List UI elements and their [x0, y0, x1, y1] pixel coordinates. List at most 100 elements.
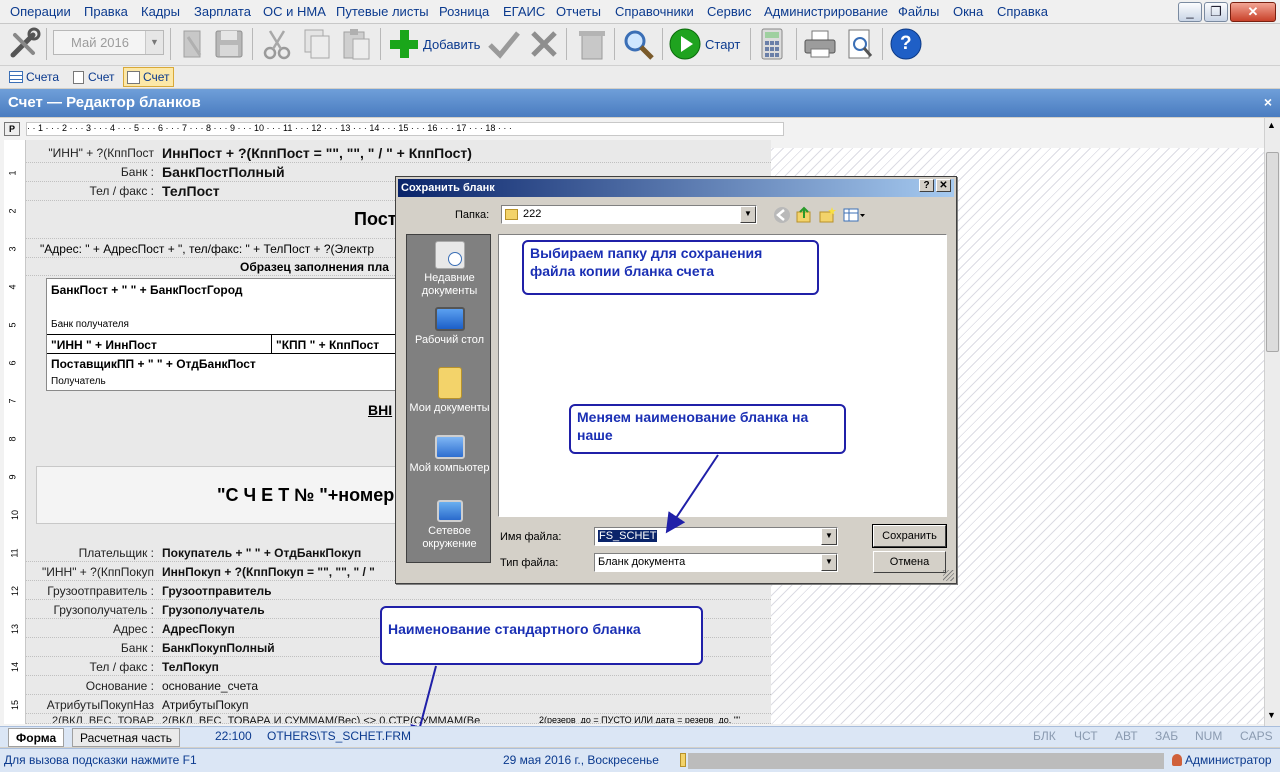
tab-accounts[interactable]: Счета: [6, 67, 62, 87]
ruler-mark: 6: [7, 360, 18, 366]
editor-bottom-bar: Форма Расчетная часть 22:100 OTHERS\TS_S…: [0, 726, 1280, 747]
add-label: Добавить: [423, 36, 481, 52]
recycle-bin-icon[interactable]: [575, 27, 609, 61]
tools-icon[interactable]: [7, 27, 41, 61]
chevron-down-icon: ▼: [145, 31, 163, 54]
scroll-up-icon[interactable]: ▲: [1267, 120, 1276, 130]
chevron-down-icon[interactable]: ▼: [821, 554, 837, 571]
filename-value: FS_SCHET: [598, 530, 658, 542]
menu-references[interactable]: Справочники: [615, 4, 694, 19]
cancel-button[interactable]: Отмена: [873, 551, 946, 573]
up-folder-icon[interactable]: [795, 206, 813, 227]
ruler-mark: 10: [10, 509, 21, 521]
tab-form[interactable]: Форма: [8, 728, 65, 747]
menu-hr[interactable]: Кадры: [141, 4, 180, 19]
menu-files[interactable]: Файлы: [898, 4, 939, 19]
menu-windows[interactable]: Окна: [953, 4, 983, 19]
filetype-label: Тип файла:: [500, 557, 559, 569]
form-row[interactable]: Основание : основание_счета: [26, 676, 771, 695]
filetype-select[interactable]: Бланк документа ▼: [594, 553, 838, 572]
chevron-down-icon[interactable]: ▼: [821, 528, 837, 545]
scrollbar-thumb[interactable]: [1266, 152, 1279, 352]
dialog-close-button[interactable]: ✕: [936, 179, 951, 192]
my-documents-icon: [437, 367, 462, 399]
vertical-scrollbar[interactable]: ▲ ▼: [1264, 118, 1280, 726]
menu-waybills[interactable]: Путевые листы: [336, 4, 429, 19]
new-folder-icon[interactable]: [818, 206, 836, 227]
save-button[interactable]: Сохранить: [872, 524, 947, 548]
delete-record-icon[interactable]: [178, 27, 208, 61]
paste-icon[interactable]: [340, 27, 372, 61]
dialog-title-bar: Сохранить бланк: [398, 179, 954, 197]
field-label: Банк :: [120, 165, 154, 179]
main-toolbar: Май 2016 ▼ Добавить Старт ?: [0, 24, 1280, 66]
search-icon[interactable]: [621, 27, 655, 61]
calculator-icon[interactable]: [758, 27, 786, 61]
form-row[interactable]: "ИНН" + ?(КппПост ИннПост + ?(КппПост = "…: [26, 144, 771, 163]
menu-edit[interactable]: Правка: [84, 4, 128, 19]
place-desktop[interactable]: Рабочий стол: [407, 307, 492, 347]
printer-icon[interactable]: [803, 27, 837, 61]
indicator-chst: ЧСТ: [1074, 729, 1098, 743]
form-row[interactable]: 2(ВКЛ_ВЕС_ТОВАР 2(ВКЛ_ВЕС_ТОВАРА И СУММАМ…: [26, 714, 771, 724]
invoice-title-expression: "С Ч Е Т № "+номер: [217, 485, 395, 505]
close-app-button[interactable]: ✕: [1230, 2, 1276, 22]
back-icon[interactable]: [773, 206, 791, 227]
minimize-button[interactable]: _: [1178, 2, 1202, 22]
tab-calculation[interactable]: Расчетная часть: [72, 728, 180, 747]
confirm-icon[interactable]: [487, 27, 521, 61]
kpp-expression: "КПП " + КппПост: [276, 338, 380, 352]
menu-assets[interactable]: ОС и НМА: [263, 4, 326, 19]
form-row[interactable]: АтрибутыПокупНаз АтрибутыПокуп: [26, 695, 771, 714]
cut-icon[interactable]: [262, 27, 292, 61]
restore-button[interactable]: ❐: [1204, 2, 1228, 22]
status-user: Администратор: [1185, 753, 1272, 767]
menu-operations[interactable]: Операции: [10, 4, 71, 19]
tab-invoice[interactable]: Счет: [70, 67, 118, 87]
field-expression: БанкПостПолный: [162, 164, 285, 180]
copy-icon[interactable]: [301, 27, 333, 61]
bank-details-table: БанкПост + " " + БанкПостГород Банк полу…: [46, 278, 426, 391]
menu-administration[interactable]: Администрирование: [764, 4, 888, 19]
field-label: Тел / факс :: [89, 660, 154, 674]
place-recent-documents[interactable]: Недавние документы: [407, 241, 492, 298]
place-my-documents[interactable]: Мои документы: [407, 367, 492, 415]
menu-service[interactable]: Сервис: [707, 4, 752, 19]
network-icon: [436, 500, 463, 522]
save-icon[interactable]: [213, 27, 245, 61]
close-editor-button[interactable]: ×: [1264, 89, 1272, 116]
cancel-icon[interactable]: [529, 27, 559, 61]
form-edit-icon: [127, 70, 140, 84]
scroll-down-icon[interactable]: ▼: [1267, 710, 1276, 720]
chevron-down-icon[interactable]: ▼: [740, 206, 756, 223]
start-button[interactable]: Старт: [668, 27, 740, 61]
ruler-mark: 11: [9, 548, 20, 558]
menu-help[interactable]: Справка: [997, 4, 1048, 19]
callout-folder: Выбираем папку для сохранения файла копи…: [522, 240, 819, 295]
menu-retail[interactable]: Розница: [439, 4, 489, 19]
resize-grip[interactable]: [943, 570, 954, 581]
dialog-help-button[interactable]: ?: [919, 179, 934, 192]
menu-reports[interactable]: Отчеты: [556, 4, 601, 19]
place-network[interactable]: Сетевое окружение: [407, 500, 492, 551]
field-expression: ТелПост: [162, 183, 220, 199]
field-expression: ИннПокуп + ?(КппПокуп = "", "", " / ": [162, 565, 375, 579]
help-button[interactable]: ?: [889, 27, 923, 61]
field-label: Банк :: [120, 641, 154, 655]
start-label: Старт: [705, 36, 741, 52]
filename-input[interactable]: FS_SCHET ▼: [594, 527, 838, 546]
indicator-zab: ЗАБ: [1155, 729, 1179, 743]
menu-salary[interactable]: Зарплата: [194, 4, 251, 19]
menu-egais[interactable]: ЕГАИС: [503, 4, 545, 19]
page-marker[interactable]: Р: [4, 122, 20, 136]
place-my-computer[interactable]: Мой компьютер: [407, 435, 492, 475]
month-select[interactable]: Май 2016 ▼: [53, 30, 164, 55]
field-expression: Грузоотправитель: [162, 584, 272, 598]
view-menu-icon[interactable]: [842, 206, 866, 227]
print-preview-icon[interactable]: [845, 27, 875, 61]
tab-invoice-editor[interactable]: Счет: [123, 67, 174, 87]
ruler-mark: 12: [10, 585, 21, 597]
field-label: Адрес :: [112, 622, 154, 636]
add-button[interactable]: Добавить: [388, 27, 480, 61]
folder-select[interactable]: 222 ▼: [501, 205, 757, 224]
